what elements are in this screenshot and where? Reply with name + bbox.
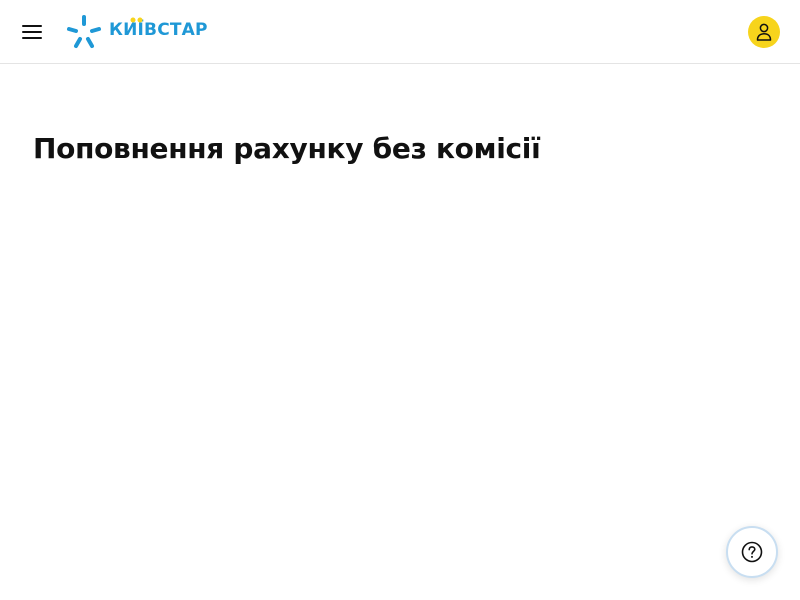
star-logo-icon (67, 15, 101, 48)
logo-text: КИЇВСТАР (109, 20, 208, 40)
page-title: Поповнення рахунку без комісії (33, 132, 541, 165)
top-header: КИЇВСТАР (0, 0, 800, 64)
menu-line (22, 31, 42, 33)
menu-line (22, 25, 42, 27)
help-button[interactable] (726, 526, 778, 578)
menu-button[interactable] (20, 21, 44, 43)
logo-dots-icon (130, 17, 143, 23)
question-icon (741, 541, 763, 563)
menu-line (22, 37, 42, 39)
user-icon (756, 23, 772, 41)
profile-button[interactable] (748, 16, 780, 48)
kyivstar-logo[interactable]: КИЇВСТАР (66, 14, 208, 50)
